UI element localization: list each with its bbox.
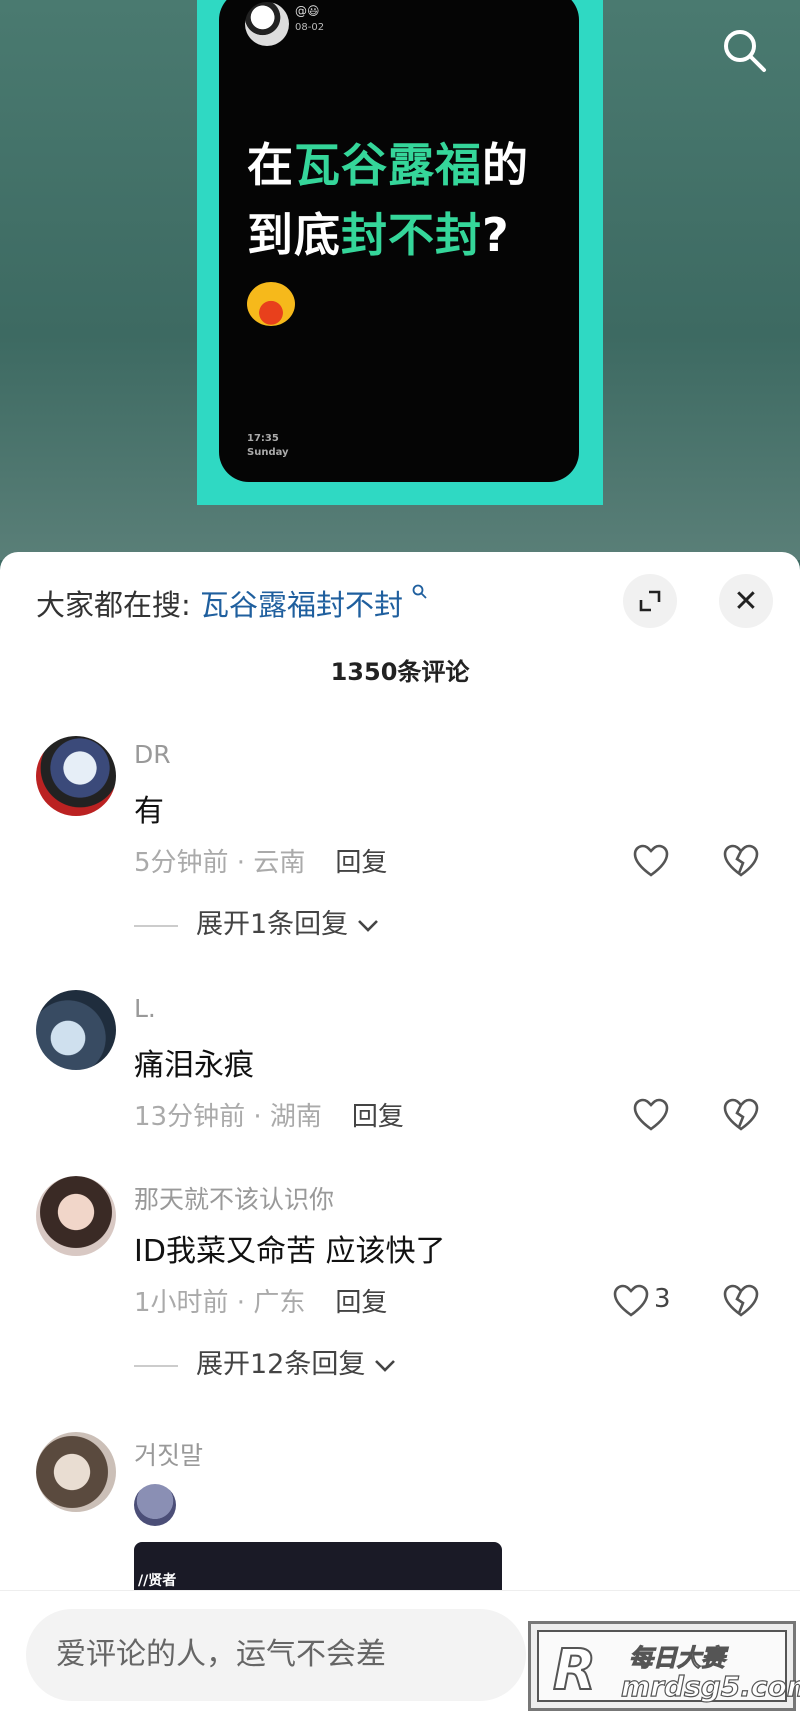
comment-meta: 5分钟前 · 云南 回复 — [134, 842, 387, 879]
avatar[interactable] — [36, 736, 116, 816]
comment-time-location: 5分钟前 · 云南 — [134, 848, 306, 878]
comment-author[interactable]: 那天就不该认识你 — [134, 1180, 334, 1216]
comment-count: 1350条评论 — [330, 658, 470, 686]
expand-replies-button[interactable]: 展开1条回复 — [134, 902, 379, 941]
avatar[interactable] — [36, 1432, 116, 1512]
comment-sheet: 大家都在搜: 瓦谷露福封不封 ✕ 1350条评论 DR 有 5分钟前 · 云南回… — [0, 552, 800, 1715]
close-button[interactable]: ✕ — [719, 574, 773, 628]
comment-author[interactable]: DR — [134, 740, 171, 769]
avatar[interactable] — [36, 1176, 116, 1256]
poster-date: 08-02 — [295, 22, 325, 33]
comment-author[interactable]: 거짓말 — [134, 1436, 203, 1472]
small-search-icon — [412, 584, 427, 599]
reply-button[interactable]: 回复 — [352, 1102, 404, 1132]
reply-button[interactable]: 回复 — [335, 848, 387, 878]
laughing-emoji-icon — [247, 282, 295, 326]
poster-handle: @😃 — [295, 4, 320, 18]
dislike-broken-heart-icon[interactable] — [722, 842, 760, 880]
avatar[interactable] — [36, 990, 116, 1070]
poster-phone-screen: @😃 08-02 在瓦谷露福的 到底封不封? 17:35 Sunday — [219, 0, 579, 482]
reply-button[interactable]: 回复 — [335, 1288, 387, 1318]
trending-search[interactable]: 大家都在搜: 瓦谷露福封不封 — [36, 582, 428, 624]
poster-time: 17:35 Sunday — [247, 433, 289, 458]
like-count: 3 — [654, 1284, 671, 1314]
comment-input[interactable]: 爱评论的人，运气不会差 — [26, 1609, 526, 1701]
chevron-down-icon — [375, 1360, 395, 1372]
comment-author[interactable]: L. — [134, 994, 156, 1023]
watermark-r-logo: R — [552, 1637, 597, 1704]
video-poster[interactable]: @😃 08-02 在瓦谷露福的 到底封不封? 17:35 Sunday — [197, 0, 603, 505]
trending-search-keyword[interactable]: 瓦谷露福封不封 — [200, 588, 403, 622]
dislike-broken-heart-icon[interactable] — [722, 1096, 760, 1134]
media-label: //贤者 — [138, 1573, 177, 1589]
dislike-broken-heart-icon[interactable] — [722, 1282, 760, 1320]
comment-input-bar: 爱评论的人，运气不会差 R 每日大赛 mrdsg5.com — [0, 1590, 800, 1716]
chevron-down-icon — [357, 920, 378, 932]
comment-meta: 13分钟前 · 湖南 回复 — [134, 1096, 404, 1133]
comment-text: 有 — [134, 794, 164, 829]
like-heart-icon[interactable] — [612, 1282, 650, 1320]
expand-icon — [639, 590, 661, 612]
poster-headline: 在瓦谷露福的 到底封不封? — [247, 138, 529, 262]
comment-text: ID我菜又命苦 应该快了 — [134, 1234, 446, 1269]
search-icon[interactable] — [720, 26, 768, 74]
trending-search-prefix: 大家都在搜: — [36, 588, 191, 622]
expand-replies-button[interactable]: 展开12条回复 — [134, 1342, 396, 1381]
watermark-logo: R 每日大赛 mrdsg5.com — [528, 1621, 800, 1711]
comment-time-location: 1小时前 · 广东 — [134, 1288, 306, 1318]
watermark-line1: 每日大赛 — [629, 1644, 726, 1673]
moon-sticker-icon — [134, 1484, 176, 1526]
comment-text: 痛泪永痕 — [134, 1048, 254, 1083]
like-heart-icon[interactable] — [632, 842, 670, 880]
close-icon: ✕ — [733, 583, 759, 619]
comment-time-location: 13分钟前 · 湖南 — [134, 1102, 322, 1132]
expand-sheet-button[interactable] — [623, 574, 677, 628]
watermark-line2: mrdsg5.com — [620, 1669, 800, 1703]
poster-avatar — [245, 2, 289, 46]
comment-meta: 1小时前 · 广东 回复 — [134, 1282, 387, 1319]
like-heart-icon[interactable] — [632, 1096, 670, 1134]
